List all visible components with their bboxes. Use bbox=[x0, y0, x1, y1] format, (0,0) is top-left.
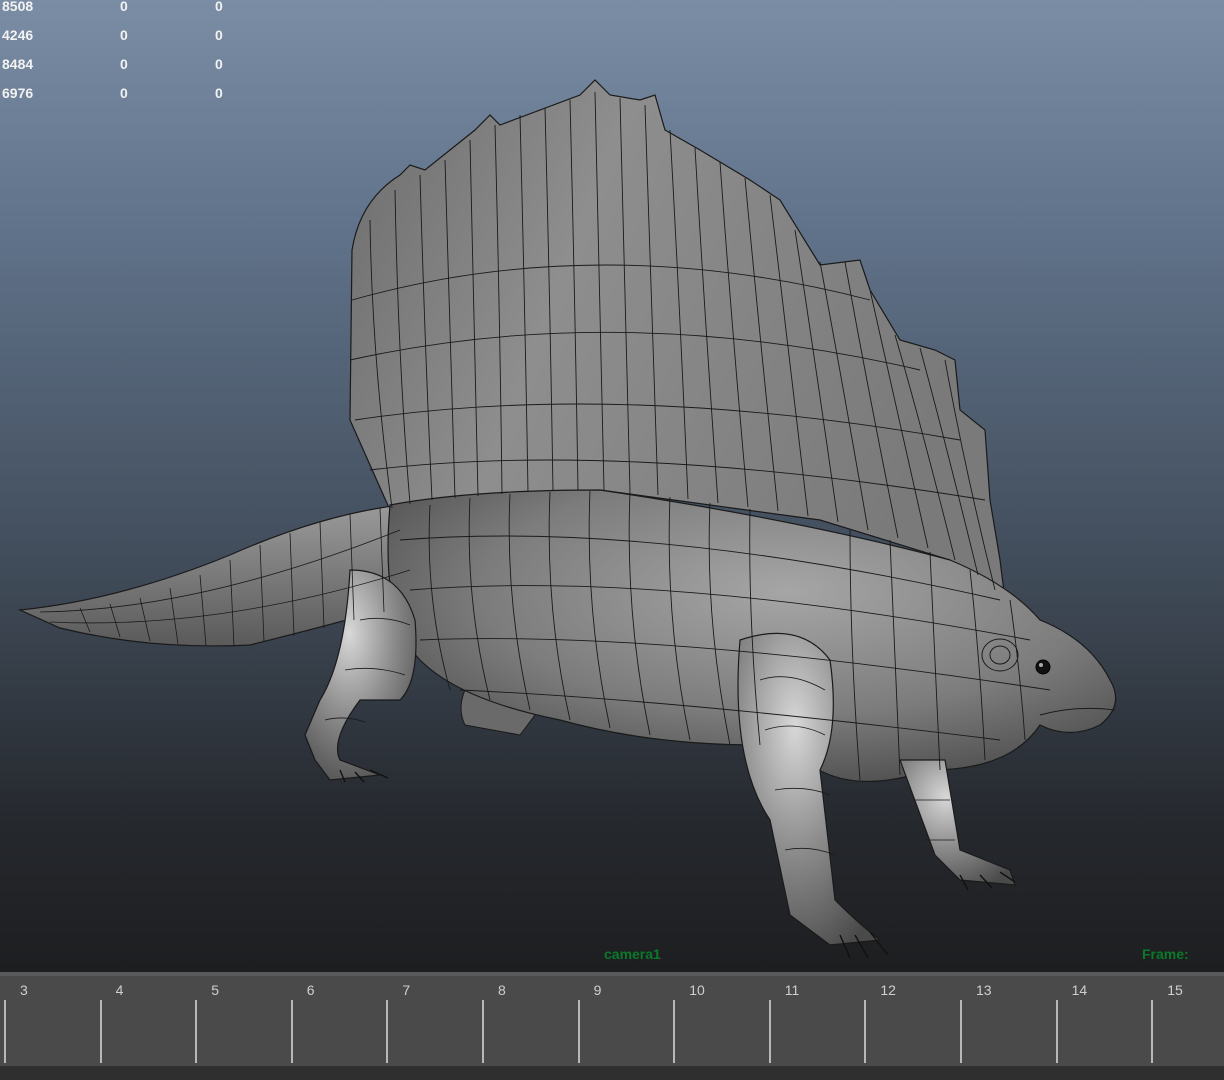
time-slider-border bbox=[0, 972, 1224, 976]
frame-tick-mark bbox=[577, 1000, 580, 1063]
frame-tick-mark bbox=[99, 1000, 102, 1063]
frame-tick-mark bbox=[386, 1000, 389, 1063]
frame-tick-mark bbox=[960, 1000, 962, 1063]
hud-value: 0 bbox=[215, 0, 223, 14]
hud-value: 8508 bbox=[2, 0, 34, 14]
frame-tick-mark bbox=[482, 1000, 484, 1063]
frame-tick-label: 8 bbox=[498, 982, 506, 998]
frame-tick-label: 9 bbox=[593, 982, 602, 998]
hud-value: 0 bbox=[215, 27, 223, 43]
hud-row-tris: 6976 0 0 bbox=[2, 79, 242, 108]
dimetrodon-mesh-model[interactable] bbox=[0, 0, 1224, 972]
frame-tick-label: 5 bbox=[211, 982, 219, 998]
frame-tick-mark bbox=[1151, 1000, 1154, 1063]
hud-value: 0 bbox=[120, 56, 128, 72]
hud-value: 0 bbox=[120, 0, 128, 14]
frame-tick-label: 12 bbox=[880, 982, 896, 998]
time-slider[interactable]: 3 4 5 6 7 8 9 10 11 12 13 14 15 bbox=[0, 972, 1224, 1080]
3d-viewport[interactable]: 8508 0 0 4246 0 0 8484 0 0 6976 0 0 came… bbox=[0, 0, 1224, 972]
range-slider-bar[interactable] bbox=[0, 1066, 1224, 1080]
hud-value: 0 bbox=[120, 85, 128, 101]
frame-tick-label: 4 bbox=[115, 982, 124, 998]
hud-value: 0 bbox=[215, 56, 223, 72]
frame-tick-label: 15 bbox=[1167, 982, 1183, 998]
hud-value: 6976 bbox=[2, 85, 34, 101]
frame-tick-mark bbox=[290, 1000, 293, 1063]
poly-count-hud: 8508 0 0 4246 0 0 8484 0 0 6976 0 0 bbox=[2, 0, 242, 108]
camera-name-label: camera1 bbox=[604, 946, 661, 962]
frame-tick-label: 3 bbox=[20, 982, 28, 998]
hud-row-verts: 8508 0 0 bbox=[2, 0, 242, 21]
far-front-leg bbox=[899, 759, 1016, 886]
frame-tick-label: 13 bbox=[976, 982, 992, 998]
frame-tick-label: 6 bbox=[306, 982, 315, 998]
frame-tick-mark bbox=[195, 1000, 198, 1063]
frame-tick-mark bbox=[768, 1000, 771, 1063]
frame-tick-label: 10 bbox=[689, 982, 705, 998]
frame-tick-mark bbox=[864, 1000, 867, 1063]
hud-value: 4246 bbox=[2, 27, 34, 43]
hud-row-edges: 4246 0 0 bbox=[2, 21, 242, 50]
hud-value: 0 bbox=[120, 27, 128, 43]
frame-tick-label: 14 bbox=[1071, 982, 1088, 998]
frame-tick-mark bbox=[4, 1000, 6, 1063]
frame-label: Frame: bbox=[1142, 946, 1189, 962]
hud-value: 0 bbox=[215, 85, 223, 101]
hud-value: 8484 bbox=[2, 56, 34, 72]
frame-tick-label: 11 bbox=[784, 982, 800, 998]
eye-icon bbox=[1035, 659, 1051, 675]
hud-row-faces: 8484 0 0 bbox=[2, 50, 242, 79]
frame-tick-mark bbox=[673, 1000, 676, 1063]
frame-tick-label: 7 bbox=[402, 982, 411, 998]
frame-tick-mark bbox=[1055, 1000, 1058, 1063]
